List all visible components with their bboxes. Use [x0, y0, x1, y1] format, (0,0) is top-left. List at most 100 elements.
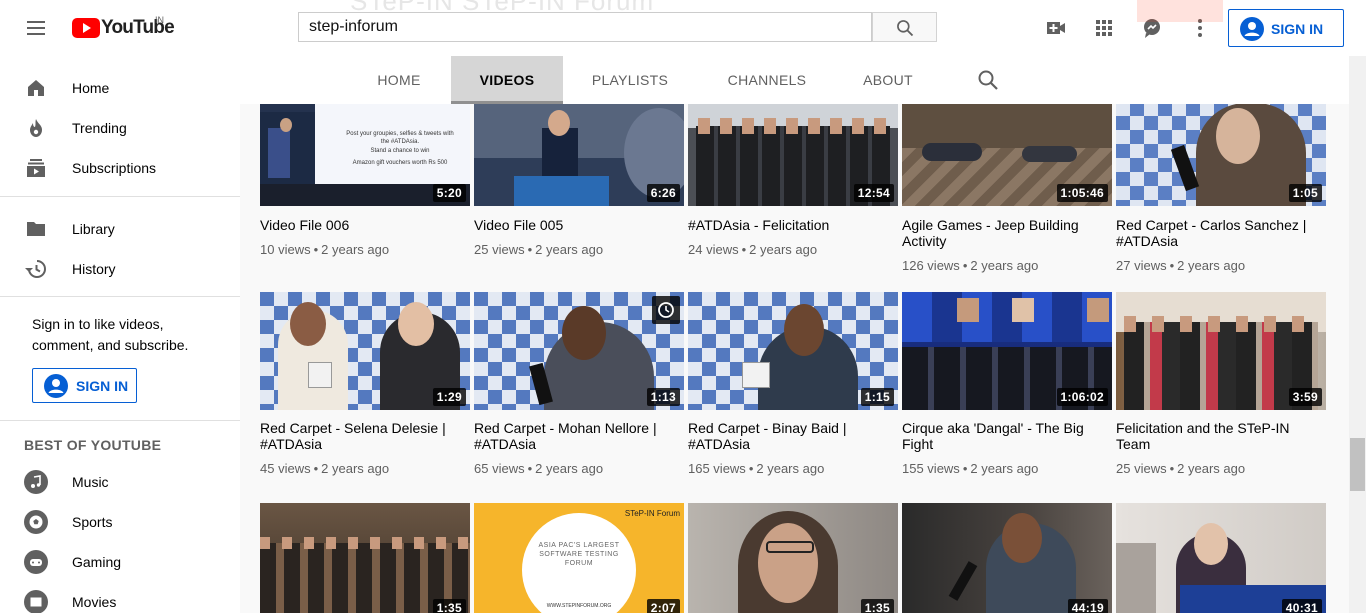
account-icon [1240, 17, 1264, 41]
video-metadata: 155 views • 2 years ago [902, 461, 1039, 476]
sidebar-item-gaming[interactable]: Gaming [0, 542, 240, 582]
slide-text: Post your groupies, selfies & tweets wit… [346, 131, 454, 145]
video-title[interactable]: #ATDAsia - Felicitation [688, 217, 898, 233]
tab-playlists[interactable]: PLAYLISTS [580, 56, 680, 101]
page-scrollbar[interactable] [1349, 0, 1366, 613]
video-thumbnail[interactable]: 1:35 [260, 503, 470, 613]
upload-age: 2 years ago [970, 461, 1039, 476]
video-title[interactable]: Red Carpet - Selena Delesie | #ATDAsia [260, 420, 470, 452]
upload-age: 2 years ago [749, 242, 818, 257]
menu-icon[interactable] [24, 16, 48, 40]
video-thumbnail[interactable]: 40:31 [1116, 503, 1326, 613]
video-title[interactable]: Video File 006 [260, 217, 470, 233]
sidebar-item-label: Gaming [72, 554, 122, 570]
search-input[interactable]: step-inforum [298, 12, 872, 42]
video-title[interactable]: Video File 005 [474, 217, 684, 233]
video-metadata: 165 views • 2 years ago [688, 461, 825, 476]
video-thumbnail[interactable]: ASIA PAC'S LARGEST SOFTWARE TESTING FORU… [474, 503, 684, 613]
music-icon [24, 470, 48, 494]
duration-badge: 1:35 [432, 599, 466, 613]
sidebar-item-music[interactable]: Music [0, 462, 240, 502]
sidebar-sign-in-button[interactable]: SIGN IN [32, 368, 137, 403]
channel-tabs: HOME VIDEOS PLAYLISTS CHANNELS ABOUT [240, 56, 1349, 104]
sidebar-item-label: Trending [72, 120, 127, 136]
upload-age: 2 years ago [321, 242, 390, 257]
sidebar-item-movies[interactable]: Movies [0, 582, 240, 613]
video-thumbnail[interactable]: 44:19 [902, 503, 1112, 613]
sidebar-item-sports[interactable]: Sports [0, 502, 240, 542]
video-thumbnail[interactable]: 6:26 [474, 104, 684, 206]
header-sign-in-label: SIGN IN [1271, 21, 1324, 37]
video-thumbnail[interactable]: 1:13 [474, 292, 684, 410]
video-thumbnail[interactable]: 1:29 [260, 292, 470, 410]
video-thumbnail[interactable]: 1:15 [688, 292, 898, 410]
video-thumbnail[interactable]: 1:35 [688, 503, 898, 613]
slide-text: Stand a chance to win [370, 148, 430, 154]
sidebar-divider [0, 296, 240, 297]
forum-url-text: WWW.STEPINFORUM.ORG [546, 603, 612, 609]
video-thumbnail[interactable]: 3:59 [1116, 292, 1326, 410]
upload-age: 2 years ago [1177, 461, 1246, 476]
video-thumbnail[interactable]: 12:54 [688, 104, 898, 206]
duration-badge: 1:29 [432, 388, 466, 406]
video-title[interactable]: Red Carpet - Carlos Sanchez | #ATDAsia [1116, 217, 1326, 249]
apps-grid-icon[interactable] [1092, 16, 1116, 40]
sidebar-item-label: History [72, 261, 116, 277]
history-icon [25, 260, 46, 278]
video-metadata: 25 views • 2 years ago [474, 242, 604, 257]
sidebar-item-label: Music [72, 474, 109, 490]
youtube-logo[interactable]: YouTube IN [72, 15, 175, 38]
upload-age: 2 years ago [970, 258, 1039, 273]
video-title[interactable]: Cirque aka 'Dangal' - The Big Fight [902, 420, 1112, 452]
search-icon [897, 20, 914, 37]
duration-badge: 3:59 [1288, 388, 1322, 406]
video-metadata: 27 views • 2 years ago [1116, 258, 1246, 273]
sidebar-item-label: Movies [72, 594, 117, 610]
sidebar-item-label: Subscriptions [72, 160, 157, 176]
scrollbar-thumb[interactable] [1350, 438, 1365, 491]
duration-badge: 1:35 [860, 599, 894, 613]
view-count: 25 views [1116, 461, 1167, 476]
slide-text: Amazon gift vouchers worth Rs 500 [352, 160, 448, 166]
flame-icon [30, 119, 42, 137]
view-count: 10 views [260, 242, 311, 257]
duration-badge: 5:20 [432, 184, 466, 202]
search-button[interactable] [872, 12, 937, 42]
movies-icon [24, 590, 48, 613]
channel-search-icon[interactable] [976, 68, 1000, 92]
duration-badge: 1:06:02 [1056, 388, 1108, 406]
sidebar-item-home[interactable]: Home [0, 68, 240, 108]
video-title[interactable]: Felicitation and the STeP-IN Team [1116, 420, 1326, 452]
tab-videos[interactable]: VIDEOS [451, 56, 563, 104]
play-logo-icon [72, 18, 100, 38]
video-thumbnail[interactable]: 1:06:02 [902, 292, 1112, 410]
sidebar-item-subscriptions[interactable]: Subscriptions [0, 148, 240, 188]
view-count: 24 views [688, 242, 739, 257]
create-video-icon[interactable] [1044, 16, 1068, 40]
duration-badge: 12:54 [853, 184, 894, 202]
sidebar-item-library[interactable]: Library [0, 209, 240, 249]
header-sign-in-button[interactable]: SIGN IN [1228, 9, 1344, 47]
video-metadata: 24 views • 2 years ago [688, 242, 818, 257]
sidebar-item-label: Home [72, 80, 110, 96]
tab-channels[interactable]: CHANNELS [714, 56, 820, 101]
video-thumbnail[interactable]: 1:05:46 [902, 104, 1112, 206]
sidebar-item-history[interactable]: History [0, 249, 240, 289]
tab-home[interactable]: HOME [358, 56, 440, 101]
duration-badge: 1:15 [860, 388, 894, 406]
sidebar-item-label: Sports [72, 514, 113, 530]
sidebar-item-label: Library [72, 221, 115, 237]
video-thumbnail[interactable]: Post your groupies, selfies & tweets wit… [260, 104, 470, 206]
subscribe-ghost [1137, 0, 1223, 22]
home-icon [28, 80, 44, 96]
sidebar-item-trending[interactable]: Trending [0, 108, 240, 148]
video-title[interactable]: Red Carpet - Mohan Nellore | #ATDAsia [474, 420, 684, 452]
video-title[interactable]: Agile Games - Jeep Building Activity [902, 217, 1112, 249]
video-thumbnail[interactable]: 1:05 [1116, 104, 1326, 206]
view-count: 27 views [1116, 258, 1167, 273]
video-title[interactable]: Red Carpet - Binay Baid | #ATDAsia [688, 420, 898, 452]
watch-later-button[interactable] [652, 296, 680, 324]
region-code: IN [155, 15, 164, 25]
tab-about[interactable]: ABOUT [854, 56, 922, 101]
gaming-icon [24, 550, 48, 574]
